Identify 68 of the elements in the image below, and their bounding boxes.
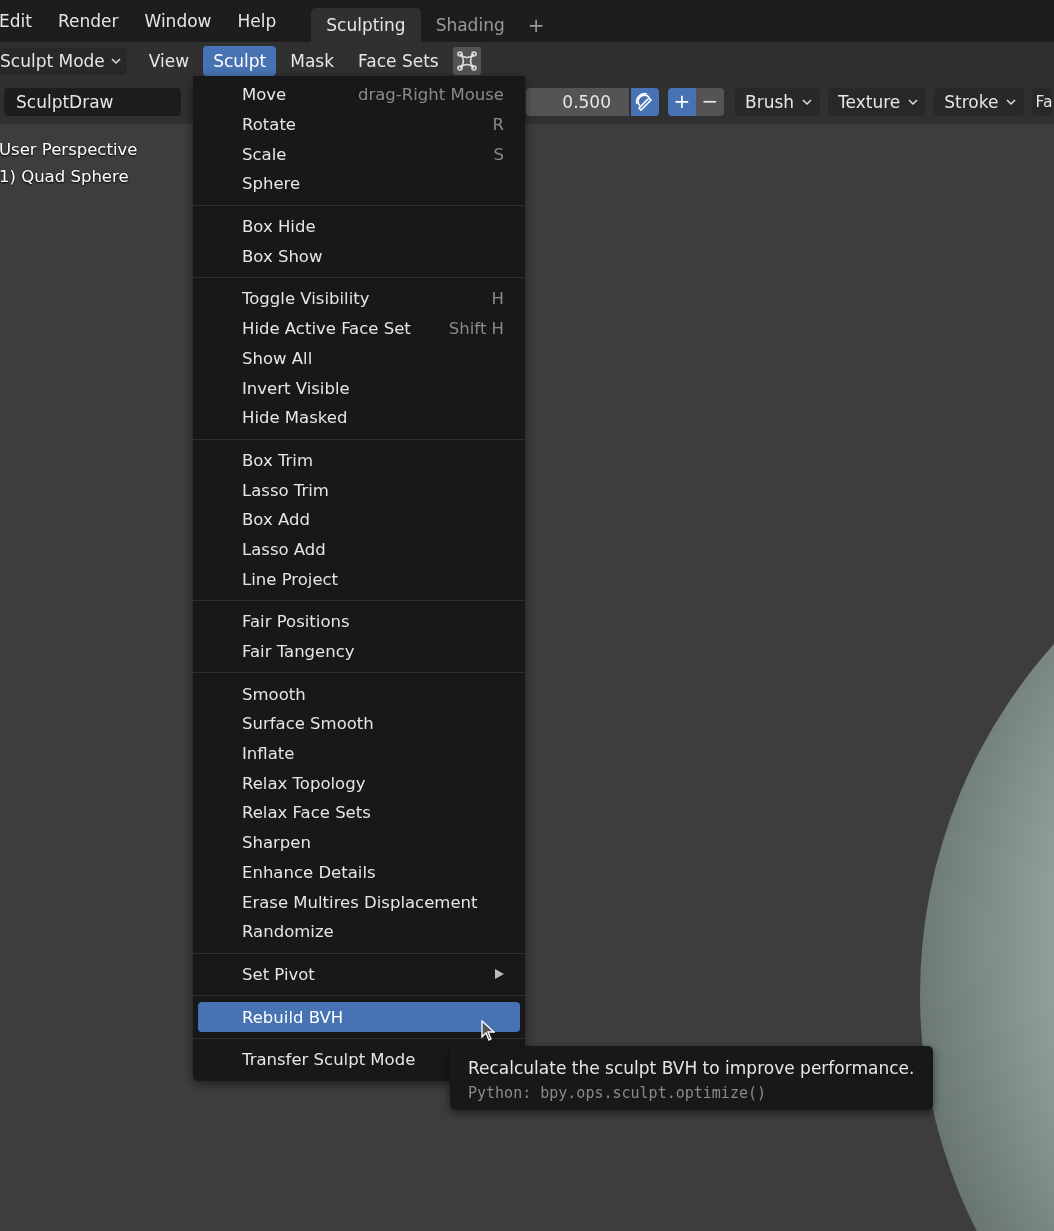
tooltip-python-path: Python: bpy.ops.sculpt.optimize(): [468, 1084, 767, 1102]
menu-item[interactable]: Mask: [280, 46, 345, 76]
object-name: 1) Quad Sphere: [0, 166, 130, 188]
face-sets-toggle-button[interactable]: [452, 47, 481, 75]
menu-item[interactable]: Randomize: [198, 916, 520, 947]
menu-item[interactable]: Hide Active Face Set Shift H: [198, 313, 520, 344]
menu-item[interactable]: Invert Visible: [198, 373, 520, 403]
menu-item[interactable]: Lasso Trim: [198, 475, 520, 505]
pressure-toggle-button[interactable]: [631, 88, 659, 116]
panel-dropdown[interactable]: Stroke: [934, 88, 1025, 116]
menu-item[interactable]: Sphere: [198, 169, 520, 199]
shortcut-label: drag-Right Mouse: [357, 85, 504, 105]
direction-button[interactable]: −: [696, 88, 724, 116]
shortcut-label: H: [491, 289, 504, 309]
menu-item[interactable]: Inflate: [198, 738, 520, 769]
menu-item[interactable]: Hide Masked: [198, 402, 520, 433]
chevron-icon: [110, 57, 121, 65]
menu-item[interactable]: Surface Smooth: [198, 709, 520, 739]
menu-item[interactable]: Box Show: [198, 241, 520, 272]
menu-item[interactable]: Window: [131, 11, 225, 31]
panel-dropdown[interactable]: Fa: [1032, 88, 1053, 116]
menu-item[interactable]: View: [138, 46, 200, 76]
menu-item[interactable]: Box Trim: [198, 445, 520, 476]
strength-field[interactable]: 0.500: [526, 88, 629, 116]
menu-item[interactable]: Erase Multires Displacement: [198, 887, 520, 917]
menu-item[interactable]: Face Sets: [348, 46, 449, 76]
panel-dropdown[interactable]: Texture: [828, 88, 927, 116]
shortcut-label: Shift H: [448, 319, 504, 339]
cursor-icon: [481, 1020, 495, 1041]
shortcut-label: R: [492, 115, 504, 135]
view-name: User Perspective: [0, 139, 138, 161]
menu-item[interactable]: Set Pivot: [198, 959, 520, 990]
chevron-icon: [802, 98, 813, 106]
add-tab-button[interactable]: +: [519, 8, 553, 42]
menu-item[interactable]: Fair Tangency: [198, 636, 520, 667]
brush-name-field[interactable]: SculptDraw: [4, 88, 181, 116]
menu-item[interactable]: Lasso Add: [198, 534, 520, 565]
submenu-arrow-icon: [495, 969, 504, 980]
menu-item[interactable]: Relax Topology: [198, 768, 520, 799]
menu-item[interactable]: Move drag-Right Mouse: [198, 80, 520, 110]
menu-item[interactable]: Box Hide: [198, 211, 520, 242]
menu-item[interactable]: Enhance Details: [198, 857, 520, 888]
menu-item[interactable]: Rebuild BVH: [198, 1002, 520, 1032]
pen-pressure-icon: [635, 92, 655, 112]
menu-item[interactable]: Line Project: [198, 564, 520, 594]
menu-item[interactable]: Toggle Visibility H: [198, 284, 520, 314]
menu-item[interactable]: Relax Face Sets: [198, 798, 520, 828]
menu-item[interactable]: Smooth: [198, 679, 520, 710]
menu-item[interactable]: Show All: [198, 343, 520, 374]
tooltip-description: Recalculate the sculpt BVH to improve performance.: [468, 1058, 915, 1078]
menu-item[interactable]: Sharpen: [198, 827, 520, 858]
menu-item[interactable]: Render: [44, 11, 132, 31]
menu-item[interactable]: Sculpt: [203, 46, 277, 76]
direction-button[interactable]: +: [668, 88, 696, 116]
chevron-icon: [1006, 98, 1017, 106]
panel-dropdown[interactable]: Brush: [735, 88, 821, 116]
chevron-icon: [908, 98, 919, 106]
menu-item[interactable]: Help: [224, 11, 290, 31]
face-sets-icon: [455, 50, 478, 72]
workspace-tab[interactable]: Sculpting: [311, 8, 421, 42]
menu-item[interactable]: Scale S: [198, 139, 520, 170]
menu-item[interactable]: Fair Positions: [198, 607, 520, 637]
mode-dropdown[interactable]: Sculpt Mode: [0, 47, 127, 75]
menu-item[interactable]: Box Add: [198, 504, 520, 535]
workspace-tab[interactable]: Shading: [420, 8, 520, 42]
shortcut-label: S: [493, 144, 504, 164]
menu-item[interactable]: Edit: [0, 11, 45, 31]
menu-item[interactable]: Rotate R: [198, 109, 520, 140]
